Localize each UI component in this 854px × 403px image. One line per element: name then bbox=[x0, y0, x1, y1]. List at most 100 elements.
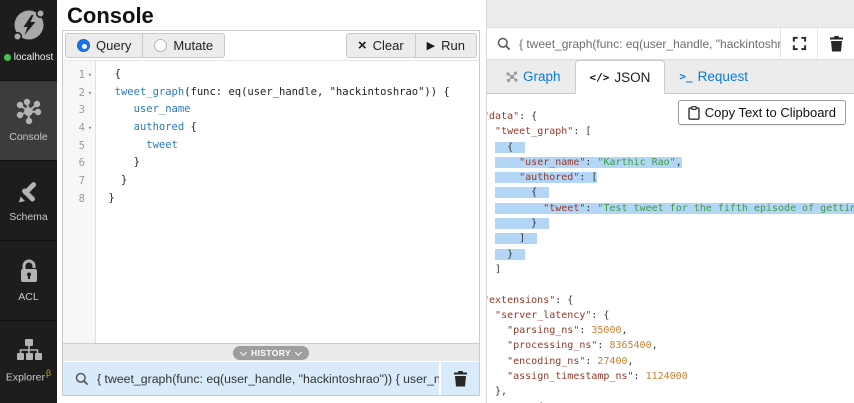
query-editor[interactable]: 1▾2▾3 4▾5 6 7 8 { tweet_graph(func: eq(u… bbox=[63, 61, 479, 343]
json-line: "processing_ns": 8365400, bbox=[487, 338, 854, 353]
tab-request[interactable]: >_ Request bbox=[665, 60, 762, 93]
code-line: } bbox=[102, 190, 479, 208]
tab-graph[interactable]: Graph bbox=[492, 60, 575, 93]
line-number: 6 bbox=[63, 154, 95, 172]
highlighted-selection: "tweet": "Test tweet for the fifth episo… bbox=[495, 203, 854, 214]
results-panel: { tweet_graph(func: eq(user_handle, "hac… bbox=[486, 0, 854, 403]
sidebar-item-explorer[interactable]: Explorerβ bbox=[0, 320, 57, 400]
sidebar-item-console[interactable]: Console bbox=[0, 80, 57, 160]
code-line: user_name bbox=[102, 101, 479, 119]
highlighted-selection: } bbox=[495, 249, 525, 260]
delete-result-button[interactable] bbox=[817, 28, 854, 59]
action-button-group: × Clear ▶ Run bbox=[346, 33, 477, 58]
json-line: "extensions": { bbox=[487, 293, 854, 308]
sidebar: localhost Console Schema bbox=[0, 0, 57, 403]
json-line: "tweet_graph": [ bbox=[487, 124, 854, 139]
fullscreen-icon bbox=[792, 36, 807, 51]
beta-badge: β bbox=[46, 368, 51, 378]
json-line: "txn": { bbox=[487, 400, 854, 403]
history-entry[interactable]: { tweet_graph(func: eq(user_handle, "hac… bbox=[63, 361, 479, 395]
fold-arrow-icon[interactable]: ▾ bbox=[85, 124, 95, 132]
sidebar-item-label: Explorerβ bbox=[6, 368, 51, 384]
line-number: 7 bbox=[63, 172, 95, 190]
line-number: 5 bbox=[63, 137, 95, 155]
dgraph-logo-icon bbox=[9, 5, 49, 45]
chevron-down-icon bbox=[295, 348, 302, 355]
sidebar-item-acl[interactable]: ACL bbox=[0, 240, 57, 320]
mutate-mode-button[interactable]: Mutate bbox=[142, 33, 225, 58]
trash-icon bbox=[453, 370, 468, 387]
fold-arrow-icon[interactable]: ▾ bbox=[85, 71, 95, 79]
console-graph-icon bbox=[15, 98, 42, 125]
line-number: 4▾ bbox=[63, 119, 95, 137]
query-panel: Query Mutate × Clear ▶ Run 1▾2▾3 4▾5 6 bbox=[62, 30, 480, 396]
line-number: 8 bbox=[63, 190, 95, 208]
fold-arrow-icon[interactable]: ▾ bbox=[85, 89, 95, 97]
server-connection[interactable]: localhost bbox=[0, 0, 57, 80]
json-line: "authored": [ bbox=[487, 170, 854, 185]
tab-json[interactable]: </> JSON bbox=[575, 60, 666, 94]
highlighted-selection: "authored": [ bbox=[495, 172, 597, 183]
highlighted-selection: } bbox=[495, 218, 549, 229]
code-line: { bbox=[102, 66, 479, 84]
json-line: ] bbox=[487, 262, 854, 277]
json-line: ] bbox=[487, 231, 854, 246]
json-line: "assign_timestamp_ns": 1124000 bbox=[487, 369, 854, 384]
json-line: "user_name": "Karthic Rao", bbox=[487, 155, 854, 170]
query-radio-icon bbox=[77, 39, 90, 52]
clipboard-icon bbox=[688, 106, 700, 120]
sidebar-item-label: Schema bbox=[9, 211, 48, 223]
connection-status-dot bbox=[4, 54, 11, 61]
json-line: } bbox=[487, 247, 854, 262]
json-line: { bbox=[487, 140, 854, 155]
json-line: }, bbox=[487, 384, 854, 399]
json-line: "server_latency": { bbox=[487, 308, 854, 323]
highlighted-selection: { bbox=[495, 142, 525, 153]
result-query-text: { tweet_graph(func: eq(user_handle, "hac… bbox=[519, 37, 780, 51]
clear-button[interactable]: × Clear bbox=[346, 33, 416, 58]
code-line: authored { bbox=[102, 119, 479, 137]
result-query-bar[interactable]: { tweet_graph(func: eq(user_handle, "hac… bbox=[487, 27, 854, 60]
history-entry-text: { tweet_graph(func: eq(user_handle, "hac… bbox=[97, 372, 439, 386]
editor-gutter: 1▾2▾3 4▾5 6 7 8 bbox=[63, 61, 96, 343]
page-title: Console bbox=[67, 3, 154, 29]
chevron-down-icon bbox=[240, 348, 247, 355]
code-line: tweet bbox=[102, 137, 479, 155]
query-mode-button[interactable]: Query bbox=[65, 33, 143, 58]
mutate-radio-icon bbox=[154, 39, 167, 52]
line-number: 3 bbox=[63, 101, 95, 119]
sidebar-item-schema[interactable]: Schema bbox=[0, 160, 57, 240]
history-toggle-button[interactable]: HISTORY bbox=[233, 346, 309, 360]
highlighted-selection: ] bbox=[495, 233, 537, 244]
clear-x-icon: × bbox=[358, 38, 367, 53]
sitemap-icon bbox=[16, 338, 42, 362]
graph-tab-icon bbox=[506, 71, 518, 83]
run-play-icon: ▶ bbox=[427, 39, 435, 52]
copy-to-clipboard-button[interactable]: Copy Text to Clipboard bbox=[678, 100, 846, 125]
trash-icon bbox=[829, 35, 844, 52]
json-line bbox=[487, 277, 854, 292]
fullscreen-button[interactable] bbox=[780, 28, 817, 59]
sidebar-item-label: ACL bbox=[18, 291, 38, 303]
code-line: } bbox=[102, 172, 479, 190]
json-result-content: Copy Text to Clipboard "data": { "tweet_… bbox=[487, 94, 854, 403]
editor-lines: { tweet_graph(func: eq(user_handle, "hac… bbox=[96, 61, 479, 343]
code-line: } bbox=[102, 154, 479, 172]
highlighted-selection: "user_name": "Karthic Rao", bbox=[495, 157, 682, 168]
lock-icon bbox=[17, 259, 41, 285]
history-delete-button[interactable] bbox=[439, 362, 479, 395]
json-line: { bbox=[487, 185, 854, 200]
run-button[interactable]: ▶ Run bbox=[415, 33, 477, 58]
json-line: "tweet": "Test tweet for the fifth episo… bbox=[487, 201, 854, 216]
schema-tools-icon bbox=[16, 179, 42, 205]
mode-button-group: Query Mutate bbox=[65, 33, 225, 58]
history-strip: HISTORY bbox=[63, 343, 479, 361]
server-label: localhost bbox=[14, 52, 53, 63]
code-line: tweet_graph(func: eq(user_handle, "hacki… bbox=[102, 84, 479, 102]
query-toolbar: Query Mutate × Clear ▶ Run bbox=[63, 31, 479, 61]
line-number: 1▾ bbox=[63, 66, 95, 84]
line-number: 2▾ bbox=[63, 84, 95, 102]
json-output[interactable]: "data": { "tweet_graph": [ { "user_name"… bbox=[487, 94, 854, 403]
request-terminal-icon: >_ bbox=[679, 70, 692, 83]
sidebar-item-label: Console bbox=[9, 131, 48, 143]
